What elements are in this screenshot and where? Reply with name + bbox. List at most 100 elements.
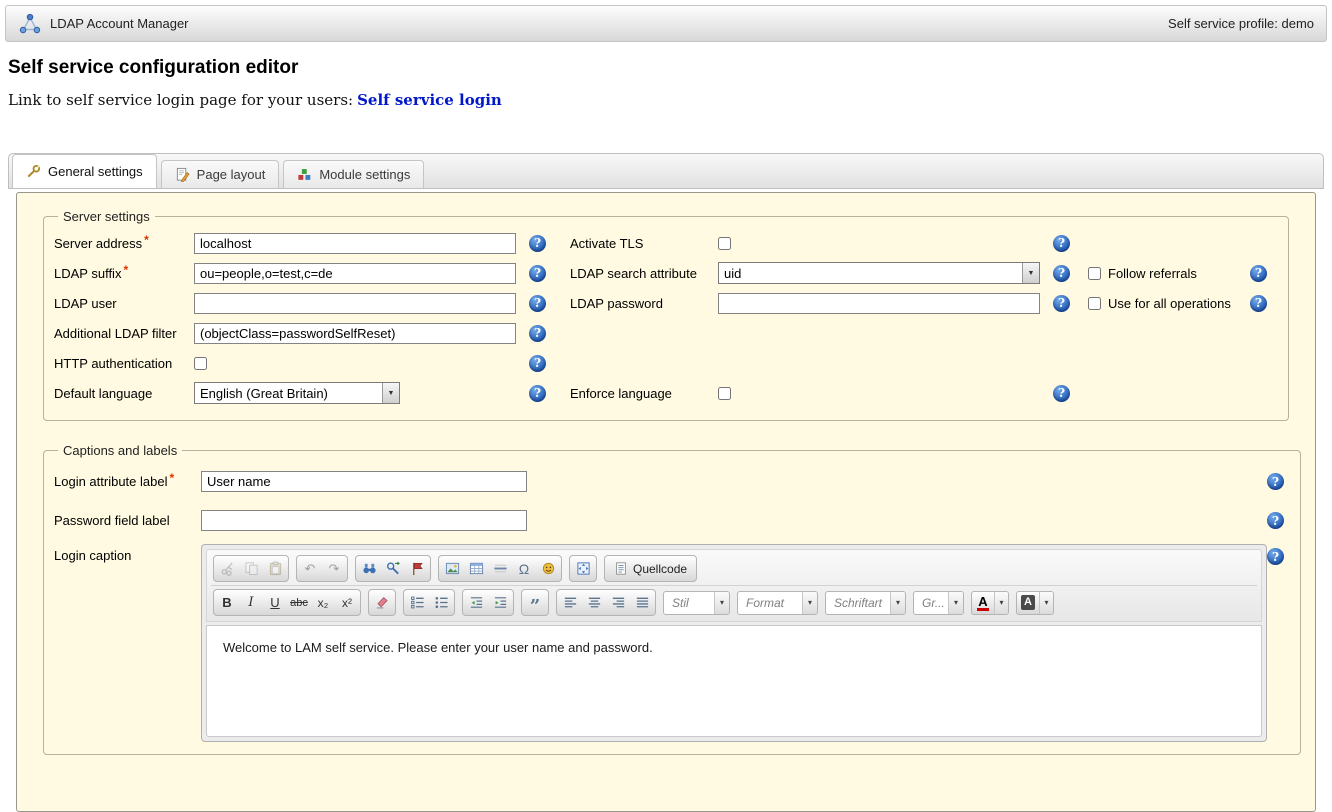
default-language-label: Default language bbox=[54, 386, 194, 401]
additional-ldap-filter-input[interactable] bbox=[194, 323, 516, 344]
server-address-input[interactable] bbox=[194, 233, 516, 254]
row-login-caption: Login caption bbox=[54, 540, 1290, 742]
activate-tls-checkbox[interactable] bbox=[718, 237, 731, 250]
combo-arrow-icon[interactable]: ▾ bbox=[802, 592, 817, 614]
help-icon[interactable]: ? bbox=[1053, 265, 1070, 282]
text-color-button[interactable]: A ▾ bbox=[971, 591, 1009, 615]
default-language-select[interactable]: English (Great Britain) ▼ bbox=[194, 382, 400, 404]
follow-referrals-label: Follow referrals bbox=[1108, 266, 1197, 281]
blockquote-icon[interactable]: ” bbox=[523, 591, 547, 614]
spellcheck-flag-icon[interactable] bbox=[405, 557, 429, 580]
combo-arrow-icon[interactable]: ▾ bbox=[714, 592, 729, 614]
decrease-indent-icon[interactable] bbox=[464, 591, 488, 614]
special-character-icon[interactable]: Ω bbox=[512, 557, 536, 580]
login-attribute-input[interactable] bbox=[201, 471, 527, 492]
ldap-password-input[interactable] bbox=[718, 293, 1040, 314]
source-code-button[interactable]: Quellcode bbox=[606, 557, 695, 580]
tab-page-layout[interactable]: Page layout bbox=[161, 160, 280, 188]
combo-arrow-icon[interactable]: ▾ bbox=[948, 592, 963, 614]
combo-arrow-icon[interactable]: ▾ bbox=[890, 592, 905, 614]
background-color-button[interactable]: A ▾ bbox=[1016, 591, 1054, 615]
horizontal-rule-icon[interactable] bbox=[488, 557, 512, 580]
tab-general-settings[interactable]: General settings bbox=[12, 154, 157, 188]
subscript-icon[interactable]: x₂ bbox=[311, 591, 335, 614]
row-password-field-label: Password field label ? bbox=[54, 501, 1290, 540]
maximize-icon[interactable] bbox=[571, 557, 595, 580]
cut-icon[interactable] bbox=[215, 557, 239, 580]
server-settings-fieldset: Server settings Server address* ? Activa… bbox=[43, 209, 1289, 421]
insert-table-icon[interactable] bbox=[464, 557, 488, 580]
help-icon[interactable]: ? bbox=[529, 265, 546, 282]
ldap-user-input[interactable] bbox=[194, 293, 516, 314]
style-combo[interactable]: Stil ▾ bbox=[663, 591, 730, 615]
redo-icon[interactable]: ↷ bbox=[322, 557, 346, 580]
tab-strip: General settings Page layout Module se bbox=[8, 153, 1324, 189]
smiley-icon[interactable] bbox=[536, 557, 560, 580]
align-left-icon[interactable] bbox=[558, 591, 582, 614]
insert-image-icon[interactable] bbox=[440, 557, 464, 580]
align-right-icon[interactable] bbox=[606, 591, 630, 614]
background-color-icon: A bbox=[1021, 595, 1035, 609]
combo-arrow-icon[interactable]: ▾ bbox=[1039, 592, 1053, 614]
server-address-label: Server address* bbox=[54, 236, 194, 251]
paste-icon[interactable] bbox=[263, 557, 287, 580]
underline-icon[interactable]: U bbox=[263, 591, 287, 614]
login-caption-content[interactable]: Welcome to LAM self service. Please ente… bbox=[206, 625, 1262, 737]
help-icon[interactable]: ? bbox=[529, 355, 546, 372]
copy-icon[interactable] bbox=[239, 557, 263, 580]
help-icon[interactable]: ? bbox=[1053, 235, 1070, 252]
format-combo[interactable]: Format ▾ bbox=[737, 591, 818, 615]
font-combo[interactable]: Schriftart ▾ bbox=[825, 591, 906, 615]
align-justify-icon[interactable] bbox=[630, 591, 654, 614]
italic-icon[interactable]: I bbox=[239, 591, 263, 614]
page-edit-icon bbox=[175, 167, 190, 182]
tools-icon bbox=[26, 164, 41, 179]
superscript-icon[interactable]: x² bbox=[335, 591, 359, 614]
bold-icon[interactable]: B bbox=[215, 591, 239, 614]
ldap-suffix-input[interactable] bbox=[194, 263, 516, 284]
numbered-list-icon[interactable] bbox=[405, 591, 429, 614]
bulleted-list-icon[interactable] bbox=[429, 591, 453, 614]
row-http-authentication: HTTP authentication ? bbox=[54, 348, 1278, 378]
follow-referrals-checkbox[interactable] bbox=[1088, 267, 1101, 280]
select-arrow-icon[interactable]: ▼ bbox=[382, 383, 399, 403]
row-default-language: Default language English (Great Britain)… bbox=[54, 378, 1278, 408]
profile-indicator: Self service profile: demo bbox=[1168, 16, 1314, 31]
font-size-combo[interactable]: Gr... ▾ bbox=[913, 591, 964, 615]
activate-tls-label: Activate TLS bbox=[570, 236, 718, 251]
help-icon[interactable]: ? bbox=[1250, 295, 1267, 312]
ldap-search-attribute-select[interactable]: uid ▼ bbox=[718, 262, 1040, 284]
find-icon[interactable] bbox=[357, 557, 381, 580]
source-doc-icon bbox=[614, 561, 628, 576]
enforce-language-label: Enforce language bbox=[570, 386, 718, 401]
undo-icon[interactable]: ↶ bbox=[298, 557, 322, 580]
required-marker: * bbox=[123, 263, 128, 277]
login-caption-editor: ↶ ↷ bbox=[201, 544, 1267, 742]
help-icon[interactable]: ? bbox=[529, 325, 546, 342]
increase-indent-icon[interactable] bbox=[488, 591, 512, 614]
help-icon[interactable]: ? bbox=[529, 385, 546, 402]
combo-arrow-icon[interactable]: ▾ bbox=[994, 592, 1008, 614]
help-icon[interactable]: ? bbox=[1267, 473, 1284, 490]
help-icon[interactable]: ? bbox=[529, 295, 546, 312]
enforce-language-checkbox[interactable] bbox=[718, 387, 731, 400]
help-icon[interactable]: ? bbox=[1267, 512, 1284, 529]
strikethrough-icon[interactable]: abc bbox=[287, 591, 311, 614]
help-icon[interactable]: ? bbox=[1267, 548, 1284, 565]
align-center-icon[interactable] bbox=[582, 591, 606, 614]
self-service-login-link[interactable]: Self service login bbox=[357, 91, 502, 109]
http-authentication-checkbox[interactable] bbox=[194, 357, 207, 370]
password-field-label: Password field label bbox=[54, 513, 201, 528]
help-icon[interactable]: ? bbox=[1053, 385, 1070, 402]
tab-module-settings[interactable]: Module settings bbox=[283, 160, 424, 188]
password-field-input[interactable] bbox=[201, 510, 527, 531]
use-for-all-operations-checkbox[interactable] bbox=[1088, 297, 1101, 310]
help-icon[interactable]: ? bbox=[1250, 265, 1267, 282]
replace-icon[interactable] bbox=[381, 557, 405, 580]
required-marker: * bbox=[144, 233, 149, 247]
help-icon[interactable]: ? bbox=[1053, 295, 1070, 312]
remove-format-icon[interactable] bbox=[370, 591, 394, 614]
help-icon[interactable]: ? bbox=[529, 235, 546, 252]
row-ldap-user: LDAP user ? LDAP password ? Use for all … bbox=[54, 288, 1278, 318]
select-arrow-icon[interactable]: ▼ bbox=[1022, 263, 1039, 283]
